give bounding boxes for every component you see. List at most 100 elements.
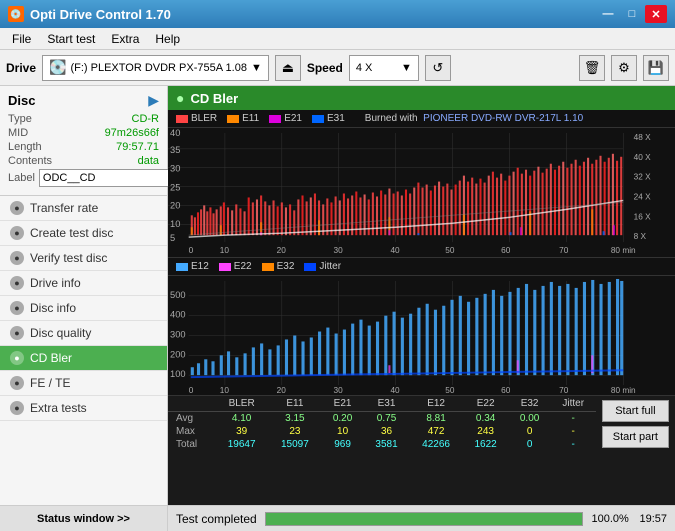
disc-length-label: Length <box>8 141 42 153</box>
verify-test-disc-icon: ● <box>10 251 24 265</box>
app-title: Opti Drive Control 1.70 <box>30 7 171 22</box>
row-total-e31: 3581 <box>364 438 410 451</box>
e12-color <box>176 263 188 271</box>
col-header-e11: E11 <box>268 396 321 412</box>
right-buttons: Start full Start part <box>596 396 675 452</box>
eject-button[interactable]: ⏏ <box>275 55 301 81</box>
save-button[interactable]: 💾 <box>643 55 669 81</box>
row-total-bler: 19647 <box>215 438 268 451</box>
menu-help[interactable]: Help <box>147 30 188 48</box>
sidebar-item-disc-info[interactable]: ● Disc info <box>0 296 167 321</box>
svg-text:60: 60 <box>501 386 511 395</box>
legend-bler-label: BLER <box>191 113 217 124</box>
drive-select[interactable]: 💽 (F:) PLEXTOR DVDR PX-755A 1.08 ▼ <box>42 55 269 81</box>
cd-bler-icon: ● <box>10 351 24 365</box>
svg-text:8 X: 8 X <box>634 232 647 241</box>
progress-bar-container <box>265 512 584 526</box>
sidebar-label-drive-info: Drive info <box>30 276 81 290</box>
legend-e32-label: E32 <box>277 261 295 272</box>
erase-button[interactable]: 🗑 <box>579 55 605 81</box>
row-max-jitter: - <box>551 425 596 438</box>
svg-text:80 min: 80 min <box>611 386 636 395</box>
legend-e31-label: E31 <box>327 113 345 124</box>
row-max-e11: 23 <box>268 425 321 438</box>
svg-text:30: 30 <box>334 246 344 255</box>
e21-color <box>269 115 281 123</box>
disc-label-input[interactable] <box>39 169 189 187</box>
menu-start-test[interactable]: Start test <box>39 30 103 48</box>
svg-text:40: 40 <box>390 386 400 395</box>
svg-text:16 X: 16 X <box>634 212 652 221</box>
disc-arrow-icon[interactable]: ▶ <box>148 92 159 109</box>
refresh-button[interactable]: ↺ <box>425 55 451 81</box>
disc-label-label: Label <box>8 172 35 184</box>
sidebar-item-fe-te[interactable]: ● FE / TE <box>0 371 167 396</box>
row-max-e12: 472 <box>409 425 462 438</box>
sidebar-label-cd-bler: CD Bler <box>30 351 72 365</box>
svg-text:0: 0 <box>189 246 194 255</box>
drive-name: (F:) PLEXTOR DVDR PX-755A 1.08 <box>70 62 246 74</box>
chart-area: ● CD Bler BLER E11 E21 E31 Burned with <box>168 86 675 505</box>
close-button[interactable]: ✕ <box>645 5 667 23</box>
sidebar-item-extra-tests[interactable]: ● Extra tests <box>0 396 167 421</box>
status-text: Test completed <box>176 512 257 526</box>
bler-svg: 40 35 30 25 20 10 5 0 10 20 30 40 50 60 … <box>168 128 675 257</box>
sidebar-item-verify-test-disc[interactable]: ● Verify test disc <box>0 246 167 271</box>
minimize-button[interactable]: — <box>597 5 619 23</box>
col-header-e31: E31 <box>364 396 410 412</box>
chart-bler: 40 35 30 25 20 10 5 0 10 20 30 40 50 60 … <box>168 128 675 258</box>
title-controls: — □ ✕ <box>597 5 667 23</box>
col-header-e12: E12 <box>409 396 462 412</box>
col-header-e32: E32 <box>509 396 551 412</box>
cd-bler-chart-icon: ● <box>176 90 184 106</box>
transfer-rate-icon: ● <box>10 201 24 215</box>
sidebar-item-drive-info[interactable]: ● Drive info <box>0 271 167 296</box>
disc-length-row: Length 79:57.71 <box>8 141 159 153</box>
sidebar-item-disc-quality[interactable]: ● Disc quality <box>0 321 167 346</box>
svg-text:24 X: 24 X <box>634 193 652 202</box>
sidebar-item-cd-bler[interactable]: ● CD Bler <box>0 346 167 371</box>
fe-te-icon: ● <box>10 376 24 390</box>
menu-file[interactable]: File <box>4 30 39 48</box>
sidebar-item-transfer-rate[interactable]: ● Transfer rate <box>0 196 167 221</box>
status-window-button[interactable]: Status window >> <box>0 506 168 531</box>
row-total-e22: 1622 <box>463 438 509 451</box>
maximize-button[interactable]: □ <box>621 5 643 23</box>
sidebar-item-create-test-disc[interactable]: ● Create test disc <box>0 221 167 246</box>
e22-color <box>219 263 231 271</box>
svg-text:500: 500 <box>170 290 186 300</box>
svg-text:300: 300 <box>170 330 186 340</box>
svg-text:100: 100 <box>170 369 186 379</box>
speed-value: 4 X <box>356 62 373 74</box>
row-max-e22: 243 <box>463 425 509 438</box>
svg-text:25: 25 <box>170 183 180 193</box>
row-avg-e12: 8.81 <box>409 412 462 426</box>
sidebar: Disc ▶ Type CD-R MID 97m26s66f Length 79… <box>0 86 168 505</box>
legend-e21: E21 <box>269 113 302 124</box>
legend-jitter: Jitter <box>304 261 341 272</box>
svg-text:20: 20 <box>277 386 287 395</box>
sidebar-label-create-test-disc: Create test disc <box>30 226 113 240</box>
legend-jitter-label: Jitter <box>319 261 341 272</box>
start-full-button[interactable]: Start full <box>602 400 669 422</box>
drive-info-icon: ● <box>10 276 24 290</box>
svg-text:80 min: 80 min <box>611 246 636 255</box>
disc-mid-row: MID 97m26s66f <box>8 127 159 139</box>
settings-button[interactable]: ⚙ <box>611 55 637 81</box>
menu-extra[interactable]: Extra <box>103 30 147 48</box>
disc-panel: Disc ▶ Type CD-R MID 97m26s66f Length 79… <box>0 86 167 196</box>
chart-legend-top: BLER E11 E21 E31 Burned with PIONEER DVD… <box>168 110 675 128</box>
row-avg-jitter: - <box>551 412 596 426</box>
table-row-total: Total 19647 15097 969 3581 42266 1622 0 … <box>168 438 596 451</box>
row-avg-e32: 0.00 <box>509 412 551 426</box>
svg-text:48 X: 48 X <box>634 133 652 142</box>
start-part-button[interactable]: Start part <box>602 426 669 448</box>
svg-text:10: 10 <box>170 219 180 229</box>
row-avg-label: Avg <box>168 412 215 426</box>
svg-text:20: 20 <box>277 246 287 255</box>
col-header-label <box>168 396 215 412</box>
e31-color <box>312 115 324 123</box>
speed-select[interactable]: 4 X ▼ <box>349 55 419 81</box>
speed-label: Speed <box>307 61 343 75</box>
row-avg-e21: 0.20 <box>322 412 364 426</box>
